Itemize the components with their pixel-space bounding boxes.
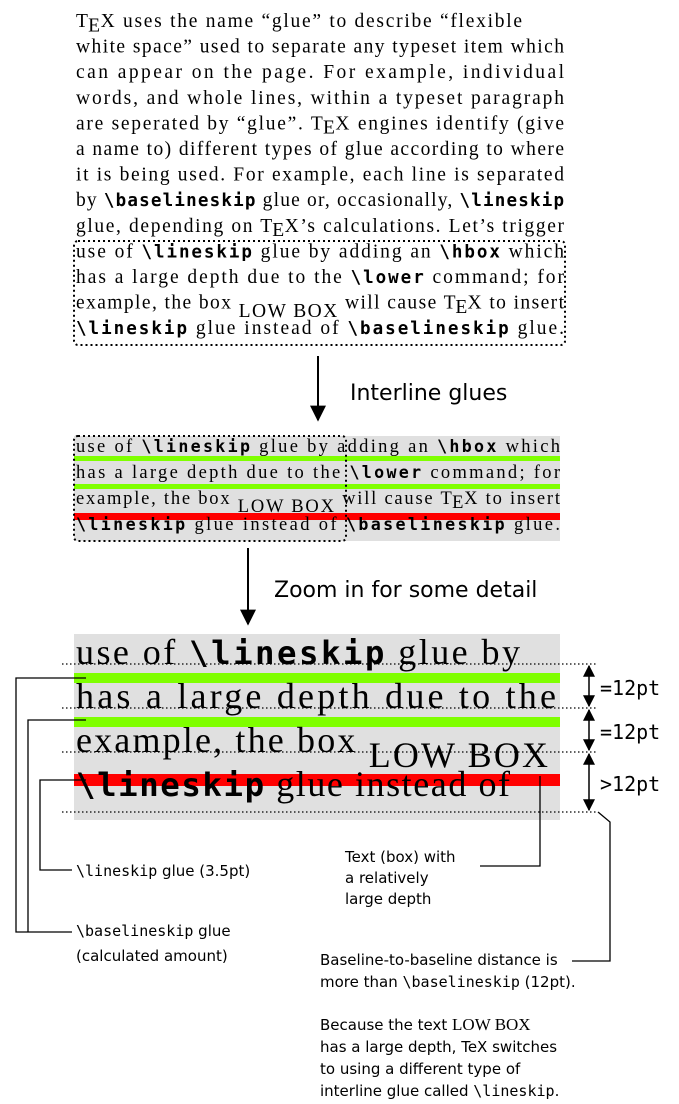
arrow2-label: Zoom in for some detail	[274, 578, 537, 603]
paragraph-line: a name to) different types of glue accor…	[76, 139, 564, 160]
interline-panel: use of \lineskip glue by adding an \hbox…	[73, 435, 561, 542]
panel-line: use of \lineskip glue by adding an \hbox…	[76, 437, 560, 457]
note2-line3: to using a different type of	[320, 1060, 521, 1078]
paragraph-line: TEX uses the name “glue” to describe “fl…	[76, 11, 522, 36]
top-paragraph: TEX uses the name “glue” to describe “fl…	[76, 11, 565, 339]
paragraph-line: are seperated by “glue”. TEX engines ide…	[76, 113, 564, 138]
label-baselineskip-glue: \baselineskip glue	[76, 922, 231, 940]
diagram-canvas: TEX uses the name “glue” to describe “fl…	[0, 0, 679, 1104]
note1-line1: Baseline-to-baseline distance is	[320, 951, 558, 969]
paragraph-line: glue, depending on TEX’s calculations. L…	[76, 216, 565, 241]
arrow1-label: Interline glues	[350, 381, 507, 406]
zoom-line: use of \lineskip glue by	[76, 632, 520, 672]
measure-label-1: =12pt	[600, 676, 660, 700]
zoom-line: \lineskip glue instead of	[76, 764, 510, 804]
measure-label-3: >12pt	[600, 772, 660, 796]
zoom-panel: use of \lineskip glue byhas a large dept…	[62, 632, 660, 820]
paragraph-line: use of \lineskip glue by adding an \hbox…	[76, 241, 564, 262]
paragraph-line: white space” used to separate any typese…	[76, 37, 564, 58]
note2-line4: interline glue called \lineskip.	[320, 1082, 559, 1100]
note1-line2: more than \baselineskip (12pt).	[320, 973, 576, 991]
paragraph-line: \lineskip glue instead of \baselineskip …	[76, 318, 564, 339]
paragraph-line: by \baselineskip glue or, occasionally, …	[76, 190, 564, 211]
paragraph-line: words, and whole lines, within a typeset…	[76, 88, 564, 109]
note2-line1: Because the text LOW BOX	[320, 1015, 531, 1034]
paragraph-line: can appear on the page. For example, ind…	[76, 62, 565, 83]
paragraph-line: has a large depth due to the \lower comm…	[76, 267, 565, 288]
paragraph-line: it is being used. For example, each line…	[76, 165, 564, 186]
label-depth-box: Text (box) with a relatively large depth	[344, 848, 460, 908]
diagram-svg: TEX uses the name “glue” to describe “fl…	[15, 11, 660, 1100]
label-lineskip-glue: \lineskip glue (3.5pt)	[76, 862, 250, 880]
label-calculated-amount: (calculated amount)	[76, 947, 228, 965]
note2-line2: has a large depth, TeX switches	[320, 1038, 557, 1056]
measure-label-2: =12pt	[600, 720, 660, 744]
leader-baseline-note	[572, 811, 611, 962]
green-glue-1	[74, 456, 560, 461]
